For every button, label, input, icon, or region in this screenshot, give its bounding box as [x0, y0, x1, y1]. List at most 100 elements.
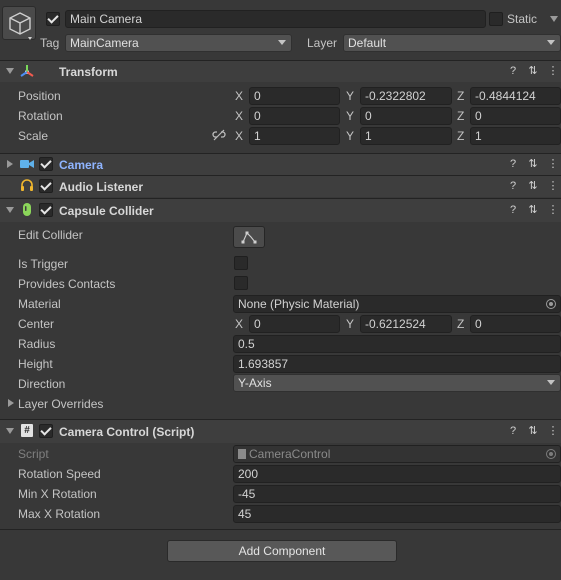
camera-control-title: Camera Control (Script)	[59, 425, 195, 439]
capsule-collider-title: Capsule Collider	[59, 204, 154, 218]
layer-label: Layer	[307, 36, 338, 50]
help-icon[interactable]: ?	[507, 180, 519, 192]
script-value: CameraControl	[249, 447, 331, 461]
position-z-value: -0.4844124	[475, 89, 536, 103]
scale-y-field[interactable]: 1	[360, 127, 452, 145]
axis-x-label: X	[235, 129, 244, 143]
chevron-down-icon	[547, 380, 555, 385]
static-dropdown-arrow[interactable]	[550, 16, 558, 22]
name-field[interactable]: Main Camera	[65, 10, 486, 28]
layer-overrides-label[interactable]: Layer Overrides	[18, 397, 103, 411]
audio-listener-enabled-checkbox[interactable]	[39, 179, 53, 193]
transform-foldout[interactable]	[6, 68, 14, 74]
min-x-rotation-value: -45	[238, 487, 256, 501]
script-file-icon	[238, 449, 246, 459]
rotation-z-field[interactable]: 0	[470, 107, 561, 125]
material-field[interactable]: None (Physic Material)	[233, 295, 561, 313]
center-z-field[interactable]: 0	[470, 315, 561, 333]
camera-enabled-checkbox[interactable]	[39, 157, 53, 171]
rotation-x-field[interactable]: 0	[249, 107, 340, 125]
position-y-field[interactable]: -0.2322802	[360, 87, 452, 105]
layer-value: Default	[348, 36, 387, 50]
max-x-rotation-field[interactable]: 45	[233, 505, 561, 523]
is-trigger-checkbox[interactable]	[234, 256, 248, 270]
help-icon[interactable]: ?	[507, 158, 519, 170]
min-x-rotation-label: Min X Rotation	[18, 487, 97, 501]
camera-foldout[interactable]	[7, 160, 13, 168]
help-icon[interactable]: ?	[507, 425, 519, 437]
camera-icon	[20, 160, 34, 168]
divider	[0, 529, 561, 530]
help-icon[interactable]: ?	[507, 204, 519, 216]
provides-contacts-checkbox[interactable]	[234, 276, 248, 290]
audio-listener-title: Audio Listener	[59, 180, 144, 194]
rotation-speed-field[interactable]: 200	[233, 465, 561, 483]
position-z-field[interactable]: -0.4844124	[470, 87, 561, 105]
min-x-rotation-field[interactable]: -45	[233, 485, 561, 503]
position-label: Position	[18, 89, 61, 103]
capsule-collider-foldout[interactable]	[6, 207, 14, 213]
axis-z-label: Z	[457, 89, 465, 103]
preset-icon[interactable]: ⇅	[527, 204, 539, 216]
name-value: Main Camera	[70, 12, 143, 26]
camera-control-enabled-checkbox[interactable]	[39, 424, 53, 438]
object-picker-icon[interactable]	[546, 299, 556, 309]
scale-z-field[interactable]: 1	[470, 127, 561, 145]
direction-value: Y-Axis	[238, 376, 272, 390]
position-x-field[interactable]: 0	[249, 87, 340, 105]
preset-icon[interactable]: ⇅	[527, 425, 539, 437]
capsule-collider-enabled-checkbox[interactable]	[39, 203, 53, 217]
camera-control-foldout[interactable]	[6, 428, 14, 434]
height-field[interactable]: 1.693857	[233, 355, 561, 373]
provides-contacts-label: Provides Contacts	[18, 277, 116, 291]
axis-y-label: Y	[346, 129, 355, 143]
transform-title: Transform	[59, 65, 118, 79]
link-icon[interactable]	[212, 129, 226, 141]
center-z-value: 0	[475, 317, 482, 331]
preset-icon[interactable]: ⇅	[527, 158, 539, 170]
direction-label: Direction	[18, 377, 66, 391]
center-x-field[interactable]: 0	[249, 315, 340, 333]
scale-x-field[interactable]: 1	[249, 127, 340, 145]
gameobject-icon[interactable]	[2, 6, 36, 40]
capsule-icon	[23, 203, 31, 216]
edit-collider-button[interactable]	[233, 226, 265, 248]
radius-field[interactable]: 0.5	[233, 335, 561, 353]
layer-overrides-foldout[interactable]	[8, 399, 14, 407]
menu-kebab-icon[interactable]: ⋮	[547, 158, 559, 170]
center-y-field[interactable]: -0.6212524	[360, 315, 452, 333]
direction-dropdown[interactable]: Y-Axis	[233, 374, 561, 392]
menu-kebab-icon[interactable]: ⋮	[547, 425, 559, 437]
rotation-y-value: 0	[365, 109, 372, 123]
layer-dropdown[interactable]: Default	[343, 34, 561, 52]
max-x-rotation-label: Max X Rotation	[18, 507, 101, 521]
tag-label: Tag	[40, 36, 60, 50]
axis-y-label: Y	[346, 109, 355, 123]
edit-collider-label: Edit Collider	[18, 228, 83, 242]
menu-kebab-icon[interactable]: ⋮	[547, 65, 559, 77]
preset-icon[interactable]: ⇅	[527, 65, 539, 77]
scale-x-value: 1	[254, 129, 261, 143]
scale-y-value: 1	[365, 129, 372, 143]
chevron-down-icon	[547, 40, 555, 45]
script-field: CameraControl	[233, 445, 561, 463]
active-checkbox[interactable]	[46, 12, 60, 26]
add-component-label: Add Component	[238, 544, 326, 558]
axis-x-label: X	[235, 317, 244, 331]
help-icon[interactable]: ?	[507, 65, 519, 77]
position-x-value: 0	[254, 89, 261, 103]
preset-icon[interactable]: ⇅	[527, 180, 539, 192]
static-checkbox[interactable]	[489, 12, 503, 26]
rotation-y-field[interactable]: 0	[360, 107, 452, 125]
scale-label: Scale	[18, 129, 49, 143]
axis-y-label: Y	[346, 89, 355, 103]
position-y-value: -0.2322802	[365, 89, 426, 103]
scale-z-value: 1	[475, 129, 482, 143]
max-x-rotation-value: 45	[238, 507, 252, 521]
headphones-icon	[21, 179, 33, 191]
add-component-button[interactable]: Add Component	[167, 540, 397, 562]
tag-dropdown[interactable]: MainCamera	[65, 34, 292, 52]
menu-kebab-icon[interactable]: ⋮	[547, 204, 559, 216]
menu-kebab-icon[interactable]: ⋮	[547, 180, 559, 192]
height-label: Height	[18, 357, 53, 371]
